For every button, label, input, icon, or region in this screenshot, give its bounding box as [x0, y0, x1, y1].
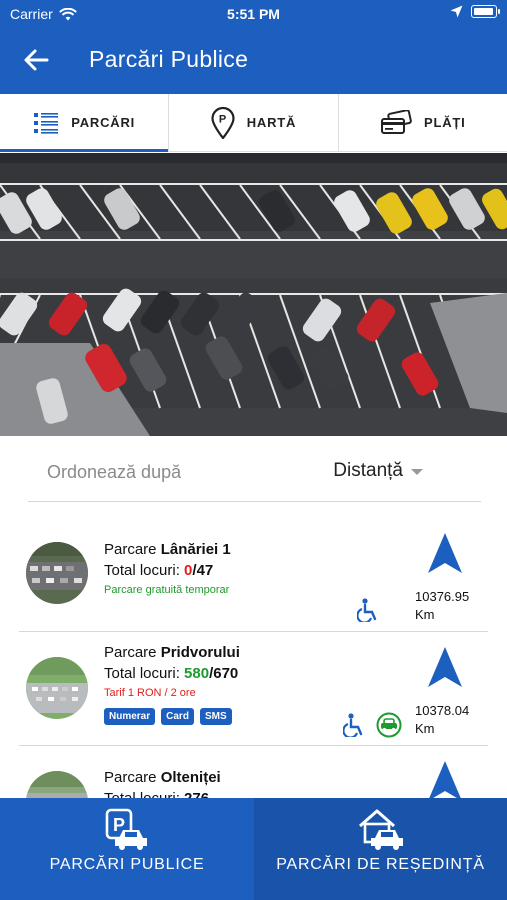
map-pin-icon: P [211, 106, 235, 139]
tab-harta[interactable]: P HARTĂ [169, 94, 339, 151]
bottom-navigation: P PARCĂRI PUBLICE PARCĂRI DE REȘEDINȚĂ [0, 798, 507, 900]
cards-icon [381, 109, 412, 134]
parking-name-bold: Pridvorului [160, 644, 240, 661]
tab-bar: PARCĂRI P HARTĂ PLĂȚI [0, 94, 507, 152]
amenities [357, 598, 379, 622]
location-arrow-icon [450, 5, 463, 18]
badge-numerar: Numerar [104, 708, 156, 725]
app-header: Parcări Publice [0, 38, 507, 82]
navigate-arrow-icon[interactable] [426, 760, 464, 798]
total-label: Total locuri: [104, 665, 185, 682]
parking-total: Total locuri: 580/670 [104, 663, 240, 684]
parking-lot-photo [0, 153, 507, 436]
parking-distance: 10376.95 Km [415, 588, 469, 624]
list-item[interactable]: Parcare Olteniței Total locuri: 276 [19, 746, 488, 798]
tab-parcari[interactable]: PARCĂRI [0, 94, 170, 152]
tab-harta-label: HARTĂ [246, 115, 297, 130]
parking-info: Parcare Olteniței Total locuri: 276 [104, 768, 221, 798]
tab-plati[interactable]: PLĂȚI [339, 94, 507, 151]
status-right [450, 5, 500, 18]
sort-dropdown[interactable]: Distanță [333, 460, 403, 482]
parking-note: Parcare gratuită temporar [104, 584, 230, 596]
amenities [343, 712, 403, 738]
distance-unit: Km [415, 721, 435, 736]
sort-label: Ordonează după [47, 462, 182, 482]
parking-prefix: Parcare [104, 644, 161, 661]
house-car-icon [358, 809, 403, 850]
parking-thumbnail [26, 657, 88, 719]
parking-info: Parcare Pridvorului Total locuri: 580/67… [104, 643, 240, 725]
tab-plati-label: PLĂȚI [424, 115, 466, 130]
distance-value: 10378.04 [415, 703, 470, 718]
parking-name-bold: Lânăriei 1 [160, 541, 231, 558]
bottom-tab-parcari-rezidenta-label: PARCĂRI DE REȘEDINȚĂ [276, 856, 485, 873]
total-spots: 670 [213, 665, 239, 682]
parking-thumbnail [26, 542, 88, 604]
total-spots: 276 [184, 790, 209, 798]
page-title: Parcări Publice [89, 46, 249, 72]
total-label: Total locuri: [104, 790, 184, 798]
back-arrow-icon[interactable] [22, 46, 50, 74]
dropdown-caret-icon[interactable] [411, 469, 423, 475]
navigate-arrow-icon[interactable] [426, 532, 464, 574]
parking-name-bold: Olteniței [160, 769, 221, 786]
parking-name: Parcare Lânăriei 1 [104, 540, 231, 560]
ev-charging-icon [376, 712, 402, 738]
total-label: Total locuri: [104, 562, 185, 579]
parking-note: Tarif 1 RON / 2 ore [104, 687, 196, 699]
battery-icon [471, 5, 500, 18]
bottom-tab-parcari-publice-label: PARCĂRI PUBLICE [49, 856, 205, 873]
badge-card: Card [161, 708, 194, 725]
list-icon [34, 112, 59, 134]
parking-thumbnail [26, 771, 88, 798]
parking-distance: 10378.04 Km [415, 702, 469, 738]
sort-value: Distanță [333, 460, 403, 481]
tab-parcari-label: PARCĂRI [71, 115, 136, 130]
distance-unit: Km [415, 607, 435, 622]
parking-name: Parcare Olteniței [104, 768, 221, 788]
parking-total: Total locuri: 0/47 [104, 560, 231, 581]
parking-name: Parcare Pridvorului [104, 643, 240, 663]
parking-prefix: Parcare [104, 541, 161, 558]
parking-car-icon: P [105, 808, 147, 850]
sort-row: Ordonează după Distanță [0, 436, 507, 502]
status-time: 5:51 PM [227, 6, 280, 22]
status-bar: Carrier 5:51 PM [0, 0, 507, 30]
parking-prefix: Parcare [104, 769, 161, 786]
parking-list: Parcare Lânăriei 1 Total locuri: 0/47 Pa… [0, 502, 507, 798]
bottom-tab-parcari-publice[interactable]: P PARCĂRI PUBLICE [0, 798, 254, 900]
badge-sms: SMS [199, 708, 232, 725]
total-spots: 47 [196, 562, 214, 579]
payment-badges: Numerar Card SMS [104, 708, 240, 725]
parking-total: Total locuri: 276 [104, 788, 221, 798]
wheelchair-icon [357, 598, 377, 622]
parking-info: Parcare Lânăriei 1 Total locuri: 0/47 Pa… [104, 540, 231, 599]
svg-text:P: P [219, 113, 227, 125]
list-item[interactable]: Parcare Lânăriei 1 Total locuri: 0/47 Pa… [19, 502, 488, 632]
bottom-tab-parcari-rezidenta[interactable]: PARCĂRI DE REȘEDINȚĂ [254, 798, 507, 900]
navigate-arrow-icon[interactable] [426, 646, 464, 688]
distance-value: 10376.95 [415, 589, 470, 604]
list-item[interactable]: Parcare Pridvorului Total locuri: 580/67… [19, 632, 488, 746]
available-spots: 580 [184, 665, 210, 682]
top-bar: Carrier 5:51 PM Parcări Publice [0, 0, 507, 94]
wheelchair-icon [343, 713, 363, 737]
